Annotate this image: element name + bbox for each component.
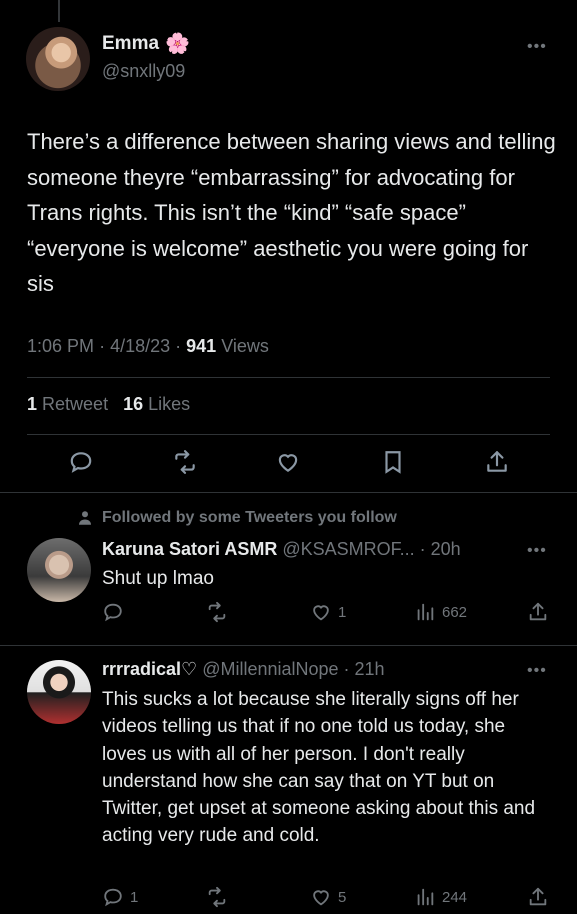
retweets-label[interactable]: Retweet	[42, 394, 108, 414]
more-icon[interactable]: •••	[527, 38, 547, 56]
flower-emoji: 🌸	[165, 33, 190, 55]
thread-connector-line	[58, 0, 60, 22]
tweet-stats: 1 Retweet 16 Likes	[27, 394, 190, 415]
bookmark-icon[interactable]	[378, 447, 408, 477]
tweet-metadata: 1:06 PM · 4/18/23 · 941 Views	[27, 336, 269, 356]
reply-icon[interactable]	[102, 601, 124, 623]
views-count: 244	[442, 888, 468, 906]
reply-text: This sucks a lot because she literally s…	[102, 689, 536, 847]
tweet-time: 1:06 PM	[27, 336, 95, 356]
tweet-actions-bar	[0, 447, 577, 483]
views-icon[interactable]: 662	[414, 601, 467, 623]
reply-actions-bar: 1 5 244	[0, 886, 577, 914]
divider	[0, 645, 577, 646]
reply-author-handle[interactable]: @KSASMROF... · 20h	[282, 539, 460, 559]
reply-author-name[interactable]: rrrradical♡	[102, 659, 197, 679]
divider	[0, 492, 577, 493]
share-icon[interactable]	[527, 601, 549, 623]
person-icon	[79, 511, 91, 525]
reply-header: Karuna Satori ASMR @KSASMROF... · 20h	[102, 539, 461, 560]
avatar[interactable]	[27, 660, 91, 724]
views-label: Views	[221, 336, 269, 356]
retweets-count[interactable]: 1	[27, 394, 37, 414]
like-count: 1	[338, 603, 347, 621]
reply-count: 1	[130, 888, 139, 906]
retweet-icon[interactable]	[170, 447, 200, 477]
views-count: 662	[442, 603, 468, 621]
heart-icon[interactable]: 1	[310, 601, 346, 623]
heart-icon[interactable]	[273, 447, 303, 477]
reply-author-handle[interactable]: @MillennialNope · 21h	[202, 659, 384, 679]
more-icon[interactable]: •••	[527, 542, 547, 560]
social-context: Followed by some Tweeters you follow	[76, 509, 397, 527]
likes-label[interactable]: Likes	[148, 394, 190, 414]
author-name[interactable]: Emma	[102, 33, 159, 55]
share-icon[interactable]	[527, 886, 549, 908]
share-icon[interactable]	[482, 447, 512, 477]
reply-author-name[interactable]: Karuna Satori ASMR	[102, 539, 277, 559]
reply-actions-bar: 1 662	[0, 601, 577, 629]
author-handle[interactable]: @snxlly09	[102, 61, 185, 82]
tweet-date: 4/18/23	[110, 336, 171, 356]
views-count: 941	[186, 336, 217, 356]
reply-icon[interactable]: 1	[102, 886, 138, 908]
likes-count[interactable]: 16	[123, 394, 143, 414]
more-icon[interactable]: •••	[527, 662, 547, 680]
divider	[27, 434, 550, 435]
avatar[interactable]	[26, 27, 90, 91]
views-icon[interactable]: 244	[414, 886, 467, 908]
reply-header: rrrradical♡ @MillennialNope · 21h	[102, 659, 385, 680]
like-count: 5	[338, 888, 347, 906]
author-name-row[interactable]: Emma 🌸	[102, 33, 190, 55]
reply-icon[interactable]	[66, 447, 96, 477]
heart-icon[interactable]: 5	[310, 886, 346, 908]
tweet-text: There’s a difference between sharing vie…	[27, 129, 556, 296]
retweet-icon[interactable]	[206, 886, 228, 908]
divider	[27, 377, 550, 378]
avatar[interactable]	[27, 538, 91, 602]
retweet-icon[interactable]	[206, 601, 234, 623]
social-context-text: Followed by some Tweeters you follow	[102, 509, 397, 526]
reply-text: Shut up lmao	[102, 568, 214, 589]
